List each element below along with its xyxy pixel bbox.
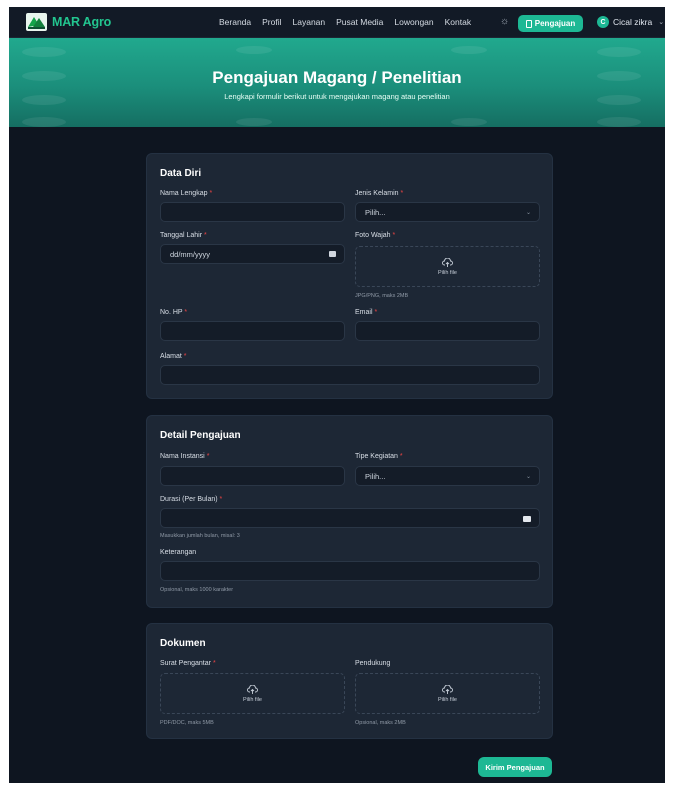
nama-label: Nama Lengkap * <box>160 190 213 197</box>
pendukung-label: Pendukung <box>355 660 391 667</box>
main-menu: Beranda Profil Layanan Pusat Media Lowon… <box>219 17 471 27</box>
chevron-down-icon: ⌄ <box>658 19 665 26</box>
foto-wajah-upload[interactable]: Pilih file <box>355 246 540 287</box>
user-name: Cical zikra <box>613 17 653 27</box>
calendar-icon[interactable] <box>329 251 336 257</box>
submit-button[interactable]: Kirim Pengajuan <box>478 757 552 777</box>
surat-pengantar-upload[interactable]: Pilih file <box>160 673 345 714</box>
keterangan-hint: Opsional, maks 1000 karakter <box>160 587 234 593</box>
chevron-down-icon: ⌄ <box>525 474 531 480</box>
upload-icon <box>442 257 453 267</box>
nama-instansi-input[interactable] <box>160 466 345 486</box>
pendukung-hint: Opsional, maks 2MB <box>355 720 406 726</box>
keterangan-label: Keterangan <box>160 549 197 556</box>
page-subtitle: Lengkapi formulir berikut untuk mengajuk… <box>224 92 450 101</box>
page-title: Pengajuan Magang / Penelitian <box>212 68 462 87</box>
surat-pengantar-hint: PDF/DOC, maks 5MB <box>160 720 214 726</box>
section-title-data-diri: Data Diri <box>160 168 202 179</box>
jenis-kelamin-select[interactable]: Pilih... ⌄ <box>355 202 540 222</box>
menu-item-beranda[interactable]: Beranda <box>219 17 251 27</box>
menu-item-kontak[interactable]: Kontak <box>445 17 471 27</box>
tanggal-lahir-input[interactable]: dd/mm/yyyy <box>160 244 345 264</box>
tipe-kegiatan-label: Tipe Kegiatan * <box>355 453 403 460</box>
keterangan-input[interactable] <box>160 561 540 581</box>
menu-item-profil[interactable]: Profil <box>262 17 281 27</box>
pendukung-upload[interactable]: Pilih file <box>355 673 540 714</box>
menu-item-pusat-media[interactable]: Pusat Media <box>336 17 383 27</box>
tanggal-lahir-label: Tanggal Lahir * <box>160 232 207 239</box>
tipe-kegiatan-select[interactable]: Pilih... ⌄ <box>355 466 540 486</box>
document-icon <box>525 19 532 28</box>
section-title-detail: Detail Pengajuan <box>160 430 241 441</box>
brand-logo-icon <box>26 13 47 31</box>
section-title-dokumen: Dokumen <box>160 638 206 649</box>
alamat-input[interactable] <box>160 365 540 385</box>
alamat-label: Alamat * <box>160 353 187 360</box>
surat-pengantar-label: Surat Pengantar * <box>160 660 216 667</box>
upload-icon <box>442 684 453 694</box>
nama-input[interactable] <box>160 202 345 222</box>
pengajuan-button[interactable]: Pengajuan <box>518 15 583 32</box>
dokumen-card: Dokumen Surat Pengantar * Pilih file PDF… <box>146 623 553 739</box>
number-spinner-icon[interactable] <box>523 516 531 522</box>
foto-wajah-label: Foto Wajah * <box>355 232 396 239</box>
menu-item-layanan[interactable]: Layanan <box>293 17 326 27</box>
brand[interactable]: MAR Agro <box>26 13 111 31</box>
durasi-hint: Masukkan jumlah bulan, misal: 3 <box>160 533 240 539</box>
brand-name: MAR Agro <box>52 15 112 29</box>
durasi-label: Durasi (Per Bulan) * <box>160 496 223 503</box>
user-menu[interactable]: C Cical zikra ⌄ <box>597 16 664 28</box>
theme-toggle-sun-icon[interactable]: ☼ <box>500 16 509 27</box>
no-hp-label: No. HP * <box>160 309 188 316</box>
menu-item-lowongan[interactable]: Lowongan <box>394 17 433 27</box>
jenis-kelamin-label: Jenis Kelamin * <box>355 190 404 197</box>
page: MAR Agro Beranda Profil Layanan Pusat Me… <box>9 7 665 783</box>
chevron-down-icon: ⌄ <box>525 210 531 216</box>
nama-instansi-label: Nama Instansi * <box>160 453 210 460</box>
foto-wajah-hint: JPG/PNG, maks 2MB <box>355 293 409 299</box>
upload-icon <box>247 684 258 694</box>
hero-banner: Pengajuan Magang / Penelitian Lengkapi f… <box>9 38 665 127</box>
data-diri-card: Data Diri Nama Lengkap * Jenis Kelamin *… <box>146 153 553 399</box>
detail-pengajuan-card: Detail Pengajuan Nama Instansi * Tipe Ke… <box>146 415 553 608</box>
email-input[interactable] <box>355 321 540 341</box>
navbar: MAR Agro Beranda Profil Layanan Pusat Me… <box>9 7 665 38</box>
no-hp-input[interactable] <box>160 321 345 341</box>
pengajuan-button-label: Pengajuan <box>534 19 576 28</box>
email-label: Email * <box>355 309 378 316</box>
durasi-input[interactable] <box>160 508 540 528</box>
avatar: C <box>597 16 609 28</box>
